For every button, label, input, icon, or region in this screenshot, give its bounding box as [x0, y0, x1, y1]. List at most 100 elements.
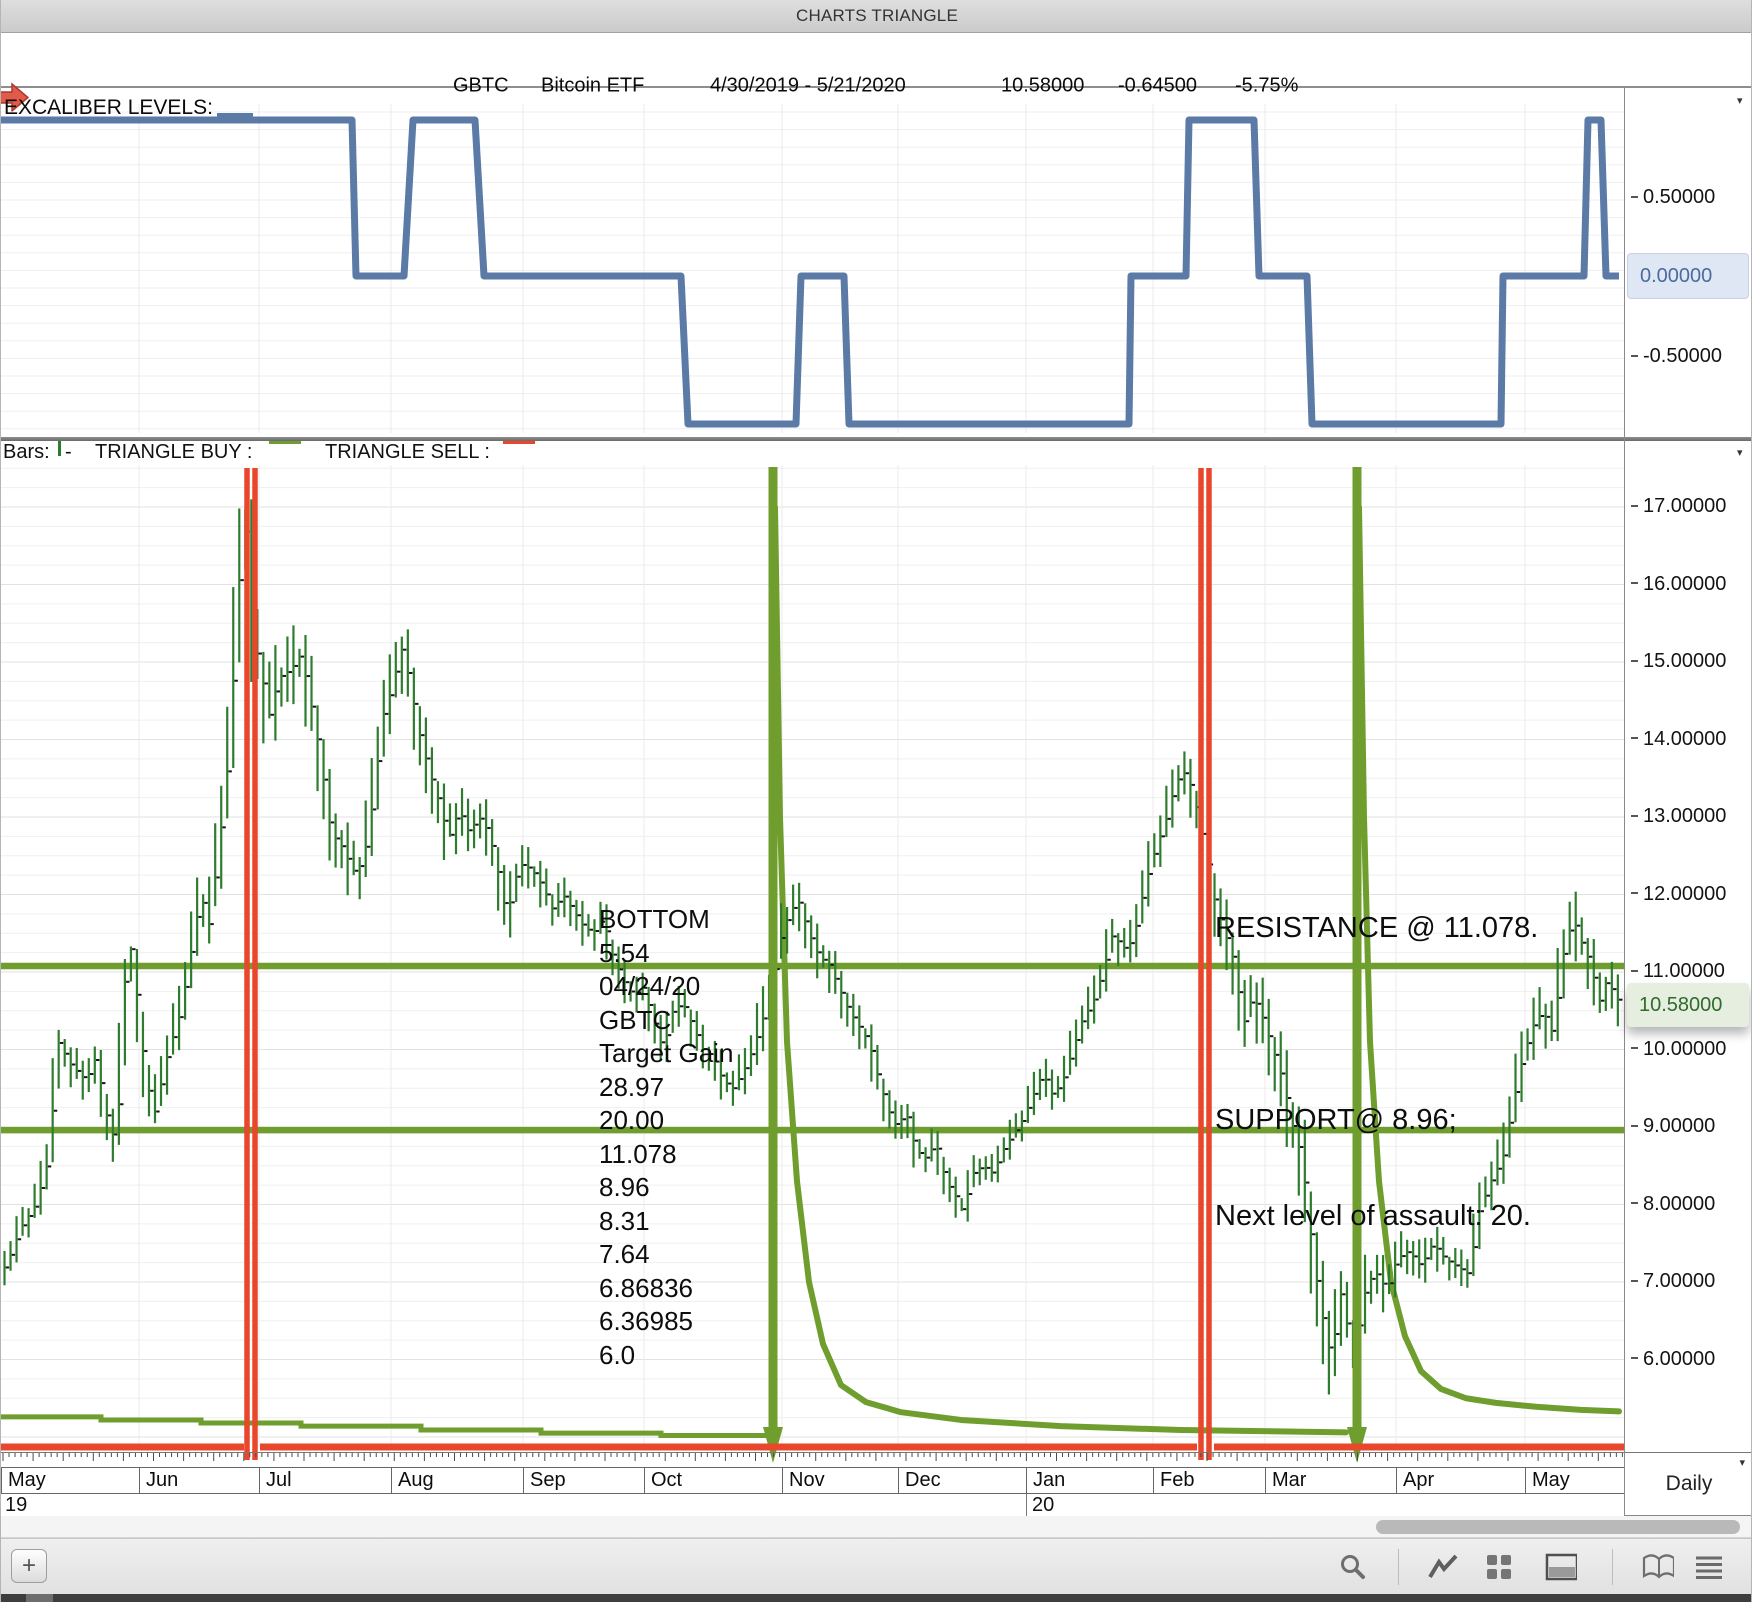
close-tick: [1065, 1076, 1069, 1079]
year-label: 20: [1032, 1494, 1055, 1516]
close-tick: [746, 1067, 750, 1070]
y-axis-label: 14.00000: [1631, 728, 1726, 751]
close-tick: [1594, 976, 1599, 979]
close-tick: [499, 870, 503, 873]
y-axis-label: 7.00000: [1631, 1270, 1715, 1293]
panel-dropdown-icon[interactable]: ▾: [1737, 446, 1743, 459]
close-tick: [1330, 1346, 1334, 1349]
toolbar-separator: [1398, 1549, 1399, 1585]
close-tick: [1155, 852, 1159, 855]
close-tick: [1077, 1039, 1081, 1042]
close-tick: [1041, 1078, 1045, 1081]
resistance-annotation: RESISTANCE @ 11.078.: [1215, 912, 1539, 944]
x-axis-ticks: [2, 1453, 1623, 1461]
close-tick: [108, 1114, 112, 1117]
close-tick: [5, 1266, 10, 1269]
close-tick: [264, 682, 268, 685]
close-tick: [174, 1036, 178, 1039]
scrollbar-thumb[interactable]: [1376, 1520, 1740, 1534]
close-tick: [1011, 1138, 1015, 1141]
interval-selector[interactable]: Daily ▾: [1625, 1453, 1751, 1516]
close-tick: [860, 1025, 864, 1028]
month-cell: Jan: [1026, 1468, 1153, 1494]
close-tick: [1390, 1282, 1394, 1285]
close-tick: [258, 652, 262, 655]
close-tick: [1312, 1233, 1316, 1236]
excaliber-levels-panel[interactable]: [1, 88, 1624, 437]
close-tick: [890, 1111, 895, 1114]
close-tick: [1426, 1257, 1430, 1260]
window-title: CHARTS TRIANGLE: [795, 6, 959, 25]
book-icon[interactable]: [1642, 1551, 1674, 1583]
close-tick: [1486, 1194, 1491, 1197]
close-tick: [114, 1133, 118, 1136]
close-tick: [565, 895, 569, 898]
close-tick: [300, 655, 305, 658]
close-tick: [1095, 998, 1099, 1001]
close-tick: [234, 679, 238, 682]
close-tick: [974, 1171, 979, 1174]
add-button[interactable]: +: [11, 1549, 47, 1583]
close-tick: [511, 901, 515, 904]
close-tick: [1450, 1260, 1454, 1263]
close-tick: [553, 907, 557, 910]
y-axis-label: 11.00000: [1631, 960, 1725, 983]
y-axis-label: 0.50000: [1631, 186, 1715, 209]
trail-stop-line: [1, 1414, 772, 1438]
close-tick: [403, 648, 407, 651]
close-tick: [204, 901, 208, 904]
close-tick: [77, 1069, 82, 1072]
close-tick: [1083, 1020, 1087, 1023]
close-tick: [1071, 1057, 1075, 1060]
close-tick: [529, 866, 533, 869]
close-tick: [1137, 924, 1141, 927]
close-tick: [1402, 1255, 1406, 1258]
close-tick: [794, 906, 798, 909]
horizontal-scrollbar[interactable]: [1, 1516, 1751, 1538]
excaliber-line-sample: [216, 113, 253, 117]
grid-view-icon[interactable]: [1483, 1551, 1515, 1583]
excaliber-step-line: [1, 116, 1619, 428]
bottom-block-line: 5.54: [599, 937, 650, 968]
y-axis-label: 8.00000: [1631, 1193, 1715, 1216]
close-tick: [1167, 817, 1171, 820]
close-tick: [950, 1185, 955, 1188]
close-tick: [1281, 1072, 1286, 1075]
y-axis-label: 16.00000: [1631, 573, 1726, 596]
close-tick: [944, 1171, 949, 1174]
bottom-block-line: 6.0: [599, 1339, 636, 1370]
close-tick: [1414, 1255, 1418, 1258]
close-tick: [378, 760, 383, 763]
window-titlebar[interactable]: CHARTS TRIANGLE: [1, 0, 1751, 33]
panel-layout-icon[interactable]: [1545, 1551, 1577, 1583]
close-tick: [914, 1139, 919, 1142]
close-tick: [120, 1103, 124, 1106]
close-tick: [336, 837, 341, 840]
panel-dropdown-icon[interactable]: ▾: [1737, 94, 1743, 107]
close-tick: [1233, 955, 1238, 958]
menu-icon[interactable]: [1693, 1551, 1725, 1583]
close-tick: [866, 1035, 870, 1038]
close-tick: [902, 1118, 907, 1121]
close-tick: [457, 817, 461, 820]
close-tick: [487, 827, 491, 830]
close-tick: [1029, 1106, 1033, 1109]
close-tick: [433, 778, 437, 781]
month-cell: Feb: [1153, 1468, 1265, 1494]
trend-line-icon[interactable]: [1427, 1551, 1459, 1583]
close-tick: [1462, 1268, 1466, 1271]
search-icon[interactable]: [1337, 1551, 1369, 1583]
close-tick: [216, 876, 220, 879]
triangle-buy-sample: [269, 441, 301, 444]
support-annotation: SUPPORT@ 8.96;: [1215, 1104, 1457, 1136]
close-tick: [992, 1171, 997, 1174]
close-tick: [342, 845, 347, 848]
bottom-block-line: Target Gain: [599, 1038, 734, 1068]
close-tick: [318, 738, 323, 741]
close-tick: [1348, 1322, 1352, 1325]
close-tick: [132, 948, 136, 951]
bottom-block-line: 20.00: [599, 1105, 665, 1135]
price-chart-panel[interactable]: [1, 465, 1624, 1467]
close-tick: [1619, 998, 1623, 1001]
close-tick: [848, 1005, 852, 1008]
